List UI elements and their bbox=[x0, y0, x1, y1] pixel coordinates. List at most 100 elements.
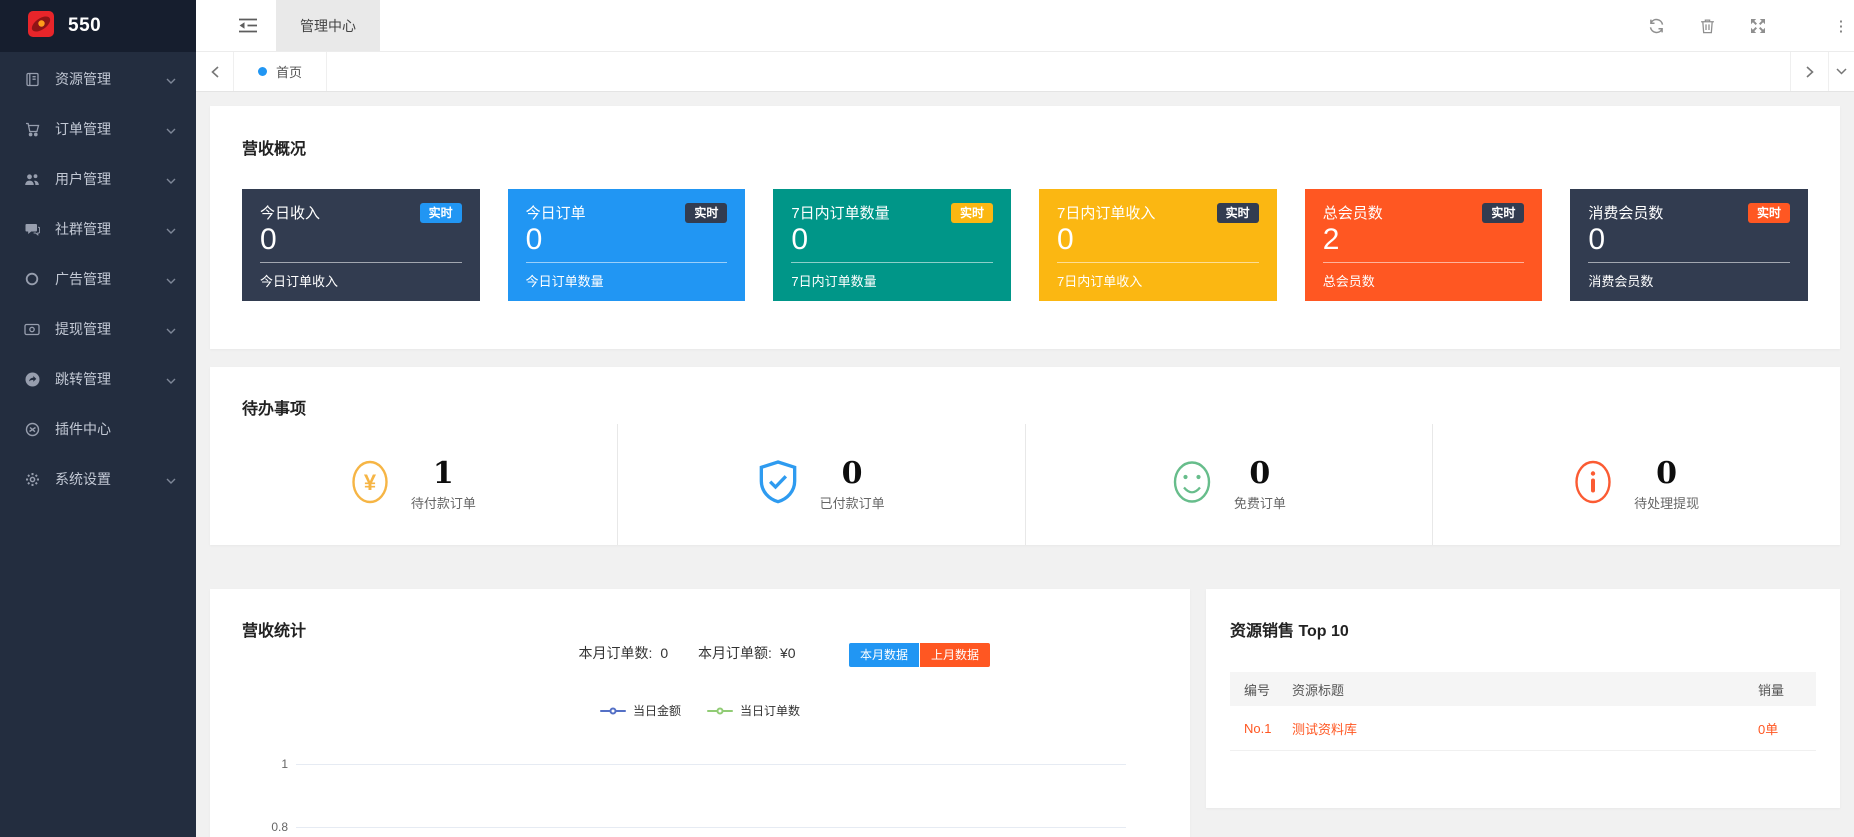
divider bbox=[260, 262, 462, 263]
todo-count: 0 bbox=[842, 458, 863, 490]
panel-title: 资源销售 Top 10 bbox=[1230, 622, 1816, 642]
topbar-icons bbox=[1648, 0, 1766, 51]
breadcrumb-dropdown-icon[interactable] bbox=[1828, 52, 1854, 91]
legend-item-amount[interactable]: 当日金额 bbox=[600, 702, 681, 719]
sidebar-item-label: 跳转管理 bbox=[55, 369, 166, 389]
topbar: 管理中心 ⋮ bbox=[196, 0, 1854, 52]
todo-count: 1 bbox=[433, 458, 454, 490]
divider bbox=[1323, 262, 1525, 263]
yen-circle-icon: ¥ bbox=[351, 460, 389, 509]
sidebar-item-orders[interactable]: 订单管理 bbox=[0, 104, 196, 154]
sidebar-item-plugins[interactable]: 插件中心 bbox=[0, 404, 196, 454]
todo-pending-withdraw[interactable]: 0 待处理提现 bbox=[1433, 424, 1840, 545]
chevron-down-icon bbox=[166, 321, 176, 337]
y-tick-label: 1 bbox=[248, 757, 288, 771]
plugin-icon bbox=[24, 421, 40, 437]
stat-label: 7日内订单收入 bbox=[1057, 202, 1155, 223]
legend-marker bbox=[600, 710, 626, 712]
breadcrumb-home-tab[interactable]: 首页 bbox=[234, 52, 327, 91]
chart-legend: 当日金额 当日订单数 bbox=[210, 702, 1190, 719]
legend-marker bbox=[707, 710, 733, 712]
panel-title: 营收概况 bbox=[242, 140, 1808, 160]
topbar-spacer bbox=[380, 0, 1648, 51]
fullscreen-icon[interactable] bbox=[1750, 18, 1766, 34]
legend-ring bbox=[717, 707, 724, 714]
row-sales: 0单 bbox=[1758, 719, 1816, 738]
current-month-button[interactable]: 本月数据 bbox=[849, 643, 919, 667]
breadcrumb-next-icon[interactable] bbox=[1790, 52, 1828, 91]
last-month-button[interactable]: 上月数据 bbox=[920, 643, 990, 667]
shield-check-icon bbox=[758, 460, 798, 509]
chevron-down-icon bbox=[166, 121, 176, 137]
stat-card-today-orders: 今日订单实时 0 今日订单数量 bbox=[508, 189, 746, 301]
panel-title: 待办事项 bbox=[210, 400, 1840, 420]
todo-pending-payment[interactable]: ¥ 1 待付款订单 bbox=[210, 424, 618, 545]
sidebar-item-community[interactable]: 社群管理 bbox=[0, 204, 196, 254]
sidebar-item-label: 社群管理 bbox=[55, 219, 166, 239]
todo-count: 0 bbox=[1656, 458, 1677, 490]
top10-table: 编号 资源标题 销量 No.1 测试资料库 0单 bbox=[1230, 672, 1816, 751]
todo-free-orders[interactable]: 0免费订单 bbox=[1026, 424, 1434, 545]
stat-card-7day-order-count: 7日内订单数量实时 0 7日内订单数量 bbox=[773, 189, 1011, 301]
stat-value: 0 bbox=[791, 223, 993, 257]
month-orders-value: 0 bbox=[660, 645, 668, 661]
sidebar-item-redirect[interactable]: 跳转管理 bbox=[0, 354, 196, 404]
period-buttons: 本月数据 上月数据 bbox=[849, 643, 990, 667]
refresh-icon[interactable] bbox=[1648, 18, 1665, 34]
stat-footer: 总会员数 bbox=[1323, 271, 1525, 290]
sidebar-item-ads[interactable]: 广告管理 bbox=[0, 254, 196, 304]
row-no: No.1 bbox=[1230, 721, 1292, 736]
todo-label: 免费订单 bbox=[1234, 493, 1286, 512]
sidebar-item-label: 订单管理 bbox=[55, 119, 166, 139]
column-header-title: 资源标题 bbox=[1292, 680, 1758, 699]
stat-label: 7日内订单数量 bbox=[791, 202, 889, 223]
redirect-icon bbox=[24, 371, 40, 387]
stat-footer: 消费会员数 bbox=[1588, 271, 1790, 290]
logo-text: 550 bbox=[68, 15, 101, 37]
breadcrumb-back-icon[interactable] bbox=[196, 52, 234, 91]
breadcrumb-home-label: 首页 bbox=[276, 62, 302, 81]
todo-label: 待处理提现 bbox=[1634, 493, 1699, 512]
todo-paid-orders[interactable]: 0 已付款订单 bbox=[618, 424, 1026, 545]
sidebar-item-label: 提现管理 bbox=[55, 319, 166, 339]
legend-item-order-count[interactable]: 当日订单数 bbox=[707, 702, 800, 719]
panel-title: 营收统计 bbox=[242, 622, 1158, 642]
book-icon bbox=[24, 71, 40, 87]
sidebar-item-settings[interactable]: 系统设置 bbox=[0, 454, 196, 504]
sidebar-item-label: 插件中心 bbox=[55, 419, 176, 439]
revenue-stats-panel: 营收统计 本月订单数:0 本月订单额:¥0 本月数据 上月数据 当日金额 bbox=[210, 589, 1190, 837]
smiley-icon bbox=[1172, 460, 1212, 509]
stat-card-7day-order-income: 7日内订单收入实时 0 7日内订单收入 bbox=[1039, 189, 1277, 301]
todo-label: 待付款订单 bbox=[411, 493, 476, 512]
todo-label: 已付款订单 bbox=[820, 493, 885, 512]
stat-card-total-members: 总会员数实时 2 总会员数 bbox=[1305, 189, 1543, 301]
top10-panel: 资源销售 Top 10 编号 资源标题 销量 No.1 测试资料库 0单 bbox=[1206, 589, 1840, 808]
more-icon[interactable]: ⋮ bbox=[1832, 0, 1850, 51]
stat-label: 今日订单 bbox=[526, 202, 586, 223]
column-header-sales: 销量 bbox=[1758, 680, 1816, 699]
stat-footer: 今日订单收入 bbox=[260, 271, 462, 290]
sidebar-item-resources[interactable]: 资源管理 bbox=[0, 54, 196, 104]
stat-value: 0 bbox=[1057, 223, 1259, 257]
gear-icon bbox=[24, 471, 40, 487]
stat-label: 总会员数 bbox=[1323, 202, 1383, 223]
sidebar-item-users[interactable]: 用户管理 bbox=[0, 154, 196, 204]
realtime-badge: 实时 bbox=[1748, 203, 1790, 223]
tab-management-center[interactable]: 管理中心 bbox=[276, 0, 380, 51]
legend-ring bbox=[609, 707, 616, 714]
sidebar-item-withdraw[interactable]: 提现管理 bbox=[0, 304, 196, 354]
stat-cards: 今日收入实时 0 今日订单收入 今日订单实时 0 今日订单数量 7日内订单数量实… bbox=[242, 189, 1808, 301]
trash-icon[interactable] bbox=[1700, 18, 1715, 34]
divider bbox=[1588, 262, 1790, 263]
circle-icon bbox=[24, 271, 40, 287]
fold-sidebar-icon[interactable] bbox=[234, 0, 262, 51]
realtime-badge: 实时 bbox=[685, 203, 727, 223]
chevron-down-icon bbox=[166, 71, 176, 87]
chevron-down-icon bbox=[166, 221, 176, 237]
row-resource-title-link[interactable]: 测试资料库 bbox=[1292, 719, 1758, 738]
month-orders-label: 本月订单数: bbox=[578, 645, 652, 661]
stat-label: 今日收入 bbox=[260, 202, 320, 223]
chevron-down-icon bbox=[166, 371, 176, 387]
chevron-down-icon bbox=[166, 471, 176, 487]
info-circle-icon bbox=[1574, 460, 1612, 509]
